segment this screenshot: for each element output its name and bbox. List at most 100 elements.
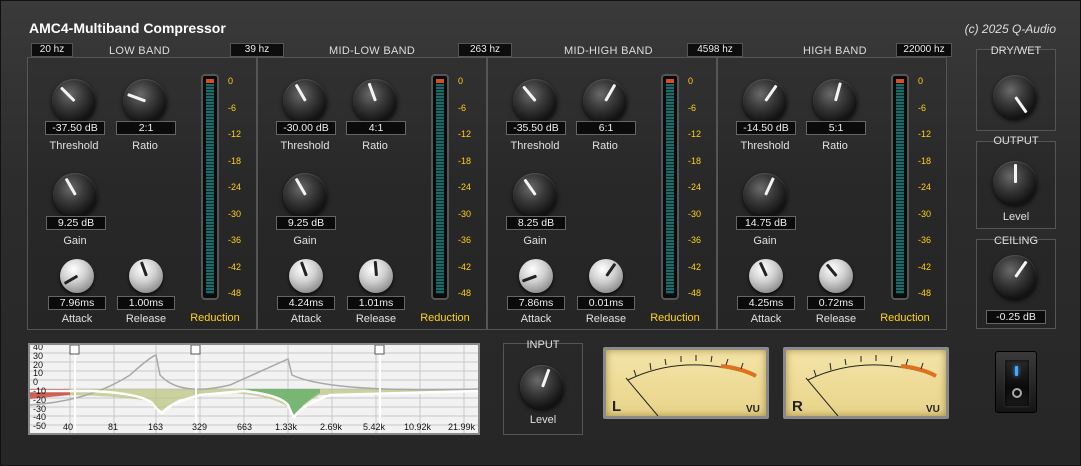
power-switch[interactable]: [995, 351, 1037, 413]
meter-scale-label-high: -36: [918, 235, 932, 245]
output-title: OUTPUT: [993, 135, 1039, 147]
meter-scale-label-midlow: -48: [458, 288, 472, 298]
meter-peak: [206, 79, 214, 83]
threshold-knob-low[interactable]: [52, 79, 96, 123]
ratio-knob-low[interactable]: [123, 79, 167, 123]
release-label-midlow: Release: [355, 313, 397, 325]
meter-scale-label-midlow: -42: [458, 261, 472, 272]
drywet-knob[interactable]: [993, 75, 1037, 119]
eq-x-label: 163: [148, 422, 164, 432]
vu-left-channel: L: [612, 398, 622, 415]
meter-scale-label-low: -30: [228, 208, 242, 219]
meter-scale-label-midhigh: -24: [688, 182, 702, 192]
threshold-knob-midlow[interactable]: [283, 79, 327, 123]
threshold-knob-high[interactable]: [743, 79, 787, 123]
ceiling-value[interactable]: -0.25 dB: [986, 310, 1046, 324]
meter-scale-label-low: -48: [228, 288, 242, 298]
release-value-midhigh[interactable]: 0.01ms: [577, 296, 635, 310]
gain-knob-high[interactable]: [743, 173, 787, 217]
eq-x-label: 663: [237, 422, 253, 432]
release-knob-high[interactable]: [819, 259, 853, 293]
eq-x-label: 40: [63, 422, 74, 432]
release-value-midlow[interactable]: 1.01ms: [347, 296, 405, 310]
threshold-value-midhigh[interactable]: -35.50 dB: [506, 121, 566, 135]
vu-left-unit: VU: [746, 404, 760, 415]
threshold-label-midhigh: Threshold: [510, 140, 560, 152]
meter-scale-label-midhigh: -12: [688, 129, 702, 139]
threshold-knob-midhigh[interactable]: [513, 79, 557, 123]
attack-value-low[interactable]: 7.96ms: [48, 296, 106, 310]
threshold-label-low: Threshold: [49, 140, 99, 152]
gain-value-midhigh[interactable]: 8.25 dB: [506, 216, 566, 230]
meter-peak: [436, 79, 444, 83]
ceiling-knob[interactable]: [993, 255, 1037, 299]
attack-value-midlow[interactable]: 4.24ms: [277, 296, 335, 310]
ratio-knob-midlow[interactable]: [353, 79, 397, 123]
ratio-value-low[interactable]: 2:1: [116, 121, 176, 135]
release-knob-low[interactable]: [129, 259, 163, 293]
input-label: Level: [529, 414, 557, 426]
meter-peak: [896, 79, 904, 83]
vu-meter-left: L VU: [603, 347, 769, 419]
gain-knob-midlow[interactable]: [283, 173, 327, 217]
release-label-midhigh: Release: [585, 313, 627, 325]
ratio-value-midhigh[interactable]: 6:1: [576, 121, 636, 135]
attack-label-low: Attack: [61, 313, 93, 325]
plugin-title: AMC4-Multiband Compressor: [29, 20, 226, 36]
crossover-freq-1[interactable]: 20 hz: [31, 43, 73, 57]
attack-value-midhigh[interactable]: 7.86ms: [507, 296, 565, 310]
meter-scale-label-high: -30: [918, 208, 932, 219]
meter-fill: [436, 84, 444, 294]
attack-knob-high[interactable]: [749, 259, 783, 293]
release-knob-midlow[interactable]: [359, 259, 393, 293]
meter-scale-label-midlow: -18: [458, 155, 472, 166]
ratio-label-low: Ratio: [132, 140, 158, 152]
meter-scale-label-low: -24: [228, 182, 242, 192]
meter-scale-label-low: -42: [228, 261, 242, 272]
meter-scale-label-high: -18: [918, 155, 932, 166]
threshold-value-low[interactable]: -37.50 dB: [45, 121, 105, 135]
attack-knob-midlow[interactable]: [289, 259, 323, 293]
reduction-meter-midhigh: [661, 74, 679, 300]
gain-knob-low[interactable]: [53, 173, 97, 217]
reduction-label-midlow: Reduction: [420, 312, 470, 324]
reduction-meter-high: [891, 74, 909, 300]
reduction-meter-low: [201, 74, 219, 300]
output-knob[interactable]: [993, 161, 1037, 205]
threshold-value-midlow[interactable]: -30.00 dB: [276, 121, 336, 135]
power-rocker[interactable]: [1005, 360, 1029, 406]
meter-scale-label-high: -48: [918, 288, 932, 298]
ratio-knob-high[interactable]: [813, 79, 857, 123]
meter-scale-label-midlow: 0: [458, 76, 464, 86]
input-knob[interactable]: [520, 365, 564, 409]
meter-scale-label-high: -42: [918, 261, 932, 272]
gain-knob-midhigh[interactable]: [513, 173, 557, 217]
gain-value-low[interactable]: 9.25 dB: [46, 216, 106, 230]
gain-value-high[interactable]: 14.75 dB: [736, 216, 796, 230]
meter-fill: [206, 84, 214, 294]
crossover-freq-3[interactable]: 263 hz: [458, 43, 512, 57]
release-value-low[interactable]: 1.00ms: [117, 296, 175, 310]
power-off-icon: [1012, 388, 1022, 398]
crossover-freq-5[interactable]: 22000 hz: [896, 43, 952, 57]
meter-scale-label-midhigh: -42: [688, 261, 702, 272]
ratio-value-high[interactable]: 5:1: [806, 121, 866, 135]
drywet-title: DRY/WET: [990, 45, 1042, 57]
gain-value-midlow[interactable]: 9.25 dB: [276, 216, 336, 230]
crossover-freq-4[interactable]: 4598 hz: [687, 43, 743, 57]
crossover-graph[interactable]: 40 30 20 10 0 -10 -20 -30 -40 -50 40 81 163 329 663 1.…: [28, 343, 480, 435]
input-title: INPUT: [526, 339, 560, 351]
eq-x-label: 21.99k: [448, 422, 476, 432]
crossover-freq-2[interactable]: 39 hz: [230, 43, 284, 57]
eq-x-label: 1.33k: [275, 422, 298, 432]
attack-knob-low[interactable]: [60, 259, 94, 293]
meter-scale-label-midhigh: 0: [688, 76, 694, 86]
ratio-knob-midhigh[interactable]: [583, 79, 627, 123]
release-value-high[interactable]: 0.72ms: [807, 296, 865, 310]
attack-knob-midhigh[interactable]: [519, 259, 553, 293]
release-label-high: Release: [815, 313, 857, 325]
ratio-value-midlow[interactable]: 4:1: [346, 121, 406, 135]
release-knob-midhigh[interactable]: [589, 259, 623, 293]
attack-value-high[interactable]: 4.25ms: [737, 296, 795, 310]
threshold-value-high[interactable]: -14.50 dB: [736, 121, 796, 135]
